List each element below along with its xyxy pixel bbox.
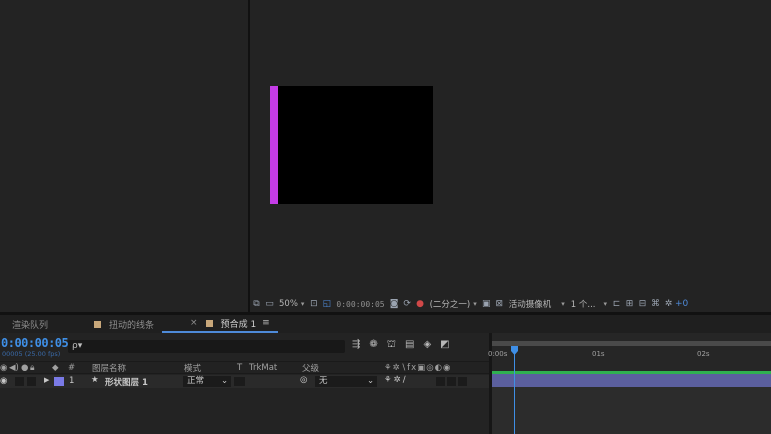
composition-canvas[interactable] bbox=[270, 86, 433, 204]
work-area-bar[interactable] bbox=[492, 341, 771, 346]
ruler-tick-label: 0:00s bbox=[488, 350, 508, 358]
comp-flowchart-icon[interactable]: ⇶ bbox=[352, 339, 360, 352]
draft-3d-icon[interactable]: ❁ bbox=[369, 339, 377, 352]
tab-precomp-1[interactable]: × 预合成 1 ≡ bbox=[162, 315, 278, 333]
comp-swatch bbox=[205, 319, 213, 327]
tab-label: 扭动的线条 bbox=[109, 320, 155, 331]
solo-toggle[interactable] bbox=[27, 377, 36, 386]
tab-label: 渲染队列 bbox=[12, 320, 49, 331]
layer-name[interactable]: 形状图层 1 bbox=[105, 376, 148, 388]
playhead-line[interactable] bbox=[514, 347, 515, 434]
comp-swatch bbox=[94, 320, 102, 328]
purple-shape[interactable] bbox=[270, 86, 278, 204]
camera-icon[interactable]: ◙ bbox=[388, 296, 401, 312]
current-time[interactable]: 0:00:00:05 bbox=[1, 336, 69, 350]
col-number[interactable]: # bbox=[68, 363, 75, 373]
chevron-down-icon: ⌄ bbox=[221, 376, 229, 386]
timeline-panel: 0:00:00:05 00005 (25.00 fps) ρ▾ ⇶ ❁ ⛫ ▤ … bbox=[0, 333, 771, 434]
chevron-down-icon: ▾ bbox=[473, 300, 477, 308]
col-mode[interactable]: 模式 bbox=[184, 362, 201, 374]
viewer-toolbar: ⧉ ▭ 50% ▾ ⊡ ◱ 0:00:00:05 ◙ ⟳ ● (二分之一) ▾ ▣ … bbox=[250, 296, 771, 312]
roi-icon[interactable]: ▣ bbox=[480, 296, 493, 312]
chevron-down-icon: ⌄ bbox=[367, 376, 375, 386]
audio-icon[interactable]: ◀) bbox=[9, 363, 19, 373]
flowchart-icon[interactable]: ⌘ bbox=[649, 296, 662, 312]
col-parent[interactable]: 父级 bbox=[302, 362, 319, 374]
timeline-tools: ⇶ ❁ ⛫ ▤ ◈ ◩ bbox=[352, 339, 450, 352]
parent-select[interactable]: 无 ⌄ bbox=[315, 376, 377, 387]
eye-icon[interactable]: ◉ bbox=[0, 376, 7, 386]
frame-blending-icon[interactable]: ▤ bbox=[405, 339, 414, 352]
exposure-value[interactable]: +0 bbox=[675, 296, 688, 312]
parent-value: 无 bbox=[319, 376, 328, 386]
switch-box[interactable] bbox=[458, 377, 467, 386]
layer-search-input[interactable]: ρ▾ bbox=[68, 340, 345, 353]
empty-track-area bbox=[492, 387, 771, 434]
tab-label: 预合成 1 bbox=[220, 319, 257, 330]
timeline-tabbar: 渲染队列 扭动的线条 × 预合成 1 ≡ bbox=[0, 315, 771, 333]
chevron-down-icon: ▾ bbox=[603, 300, 608, 308]
chevron-down-icon: ▾ bbox=[300, 300, 305, 308]
expand-arrow-icon[interactable]: ▶ bbox=[44, 376, 49, 384]
switches-icons: ⚘✲∖fx▣◎◐◉ bbox=[384, 362, 452, 373]
col-trkmat[interactable]: TrkMat bbox=[249, 363, 277, 373]
solo-icon[interactable]: ● bbox=[21, 363, 28, 373]
transparency-grid-icon[interactable]: ⊠ bbox=[493, 296, 506, 312]
chevron-down-icon: ▾ bbox=[561, 300, 565, 308]
fast-preview-icon[interactable]: ⊞ bbox=[623, 296, 636, 312]
col-layer-name[interactable]: 图层名称 bbox=[92, 362, 126, 374]
zoom-value: 50% bbox=[279, 299, 298, 309]
layer-label-color[interactable] bbox=[54, 377, 64, 386]
views-value: 1 个... bbox=[570, 300, 596, 310]
toggle-pixel-icon[interactable]: ⊏ bbox=[610, 296, 623, 312]
resolution-value: (二分之一) bbox=[429, 300, 471, 310]
shape-star-icon: ★ bbox=[91, 375, 99, 385]
motion-blur-icon[interactable]: ◈ bbox=[423, 339, 431, 352]
hamburger-menu-icon[interactable]: ≡ bbox=[262, 318, 270, 328]
lock-icon[interactable]: 🔒︎ bbox=[30, 363, 35, 373]
ruler-tick-label: 02s bbox=[697, 350, 710, 358]
shy-layers-icon[interactable]: ⛫ bbox=[387, 339, 396, 352]
timeline-icon[interactable]: ⊟ bbox=[636, 296, 649, 312]
viewer-timecode[interactable]: 0:00:00:05 bbox=[333, 300, 387, 309]
audio-toggle[interactable] bbox=[15, 377, 24, 386]
label-tag-icon[interactable]: ◆ bbox=[52, 363, 59, 373]
tab-render-queue[interactable]: 渲染队列 bbox=[0, 315, 56, 333]
mask-icon[interactable]: ◱ bbox=[320, 296, 333, 312]
mode-value: 正常 bbox=[187, 376, 205, 386]
views-select[interactable]: 1 个... ▾ bbox=[568, 298, 610, 310]
tab-wiggle-lines[interactable]: 扭动的线条 bbox=[56, 315, 162, 333]
time-graph[interactable]: 0:00s 01s 02s bbox=[488, 333, 771, 434]
layer-duration-bar[interactable] bbox=[492, 374, 771, 387]
col-t[interactable]: T bbox=[237, 363, 242, 373]
switch-box[interactable] bbox=[436, 377, 445, 386]
fit-icon[interactable]: ⊡ bbox=[307, 296, 320, 312]
camera-select[interactable]: 活动摄像机 ▾ bbox=[506, 298, 568, 310]
switch-box[interactable] bbox=[447, 377, 456, 386]
close-icon[interactable]: × bbox=[190, 318, 198, 328]
resolution-select[interactable]: (二分之一) ▾ bbox=[427, 298, 480, 310]
graph-editor-icon[interactable]: ◩ bbox=[440, 339, 449, 352]
layer-switches[interactable]: ⚘✲∕ bbox=[384, 375, 408, 385]
zoom-select[interactable]: 50% ▾ bbox=[276, 299, 307, 309]
monitor-icon[interactable]: ▭ bbox=[263, 296, 276, 312]
project-panel bbox=[0, 0, 248, 312]
camera-value: 活动摄像机 bbox=[508, 300, 552, 310]
layers-icon[interactable]: ⧉ bbox=[250, 296, 263, 312]
trkmat-select[interactable] bbox=[234, 377, 245, 386]
eye-icon[interactable]: ◉ bbox=[0, 363, 7, 373]
mode-select[interactable]: 正常 ⌄ bbox=[183, 376, 231, 387]
time-ruler[interactable]: 0:00s 01s 02s bbox=[488, 341, 771, 359]
layer-outline: 0:00:00:05 00005 (25.00 fps) ρ▾ ⇶ ❁ ⛫ ▤ … bbox=[0, 333, 489, 434]
pickwhip-icon[interactable]: ◎ bbox=[300, 375, 307, 385]
settings-icon[interactable]: ✲ bbox=[662, 296, 675, 312]
frame-count: 00005 (25.00 fps) bbox=[2, 350, 61, 358]
layer-number: 1 bbox=[69, 376, 75, 386]
ruler-tick-label: 01s bbox=[592, 350, 605, 358]
layer-column-header: ◉ ◀) ● 🔒︎ ◆ # 图层名称 模式 T TrkMat 父级 ⚘✲∖fx▣… bbox=[0, 361, 489, 374]
snapshot-icon[interactable]: ⟳ bbox=[401, 296, 414, 312]
table-row[interactable]: ◉ ▶ 1 ★ 形状图层 1 正常 ⌄ ◎ 无 ⌄ ⚘✲∕ bbox=[0, 375, 489, 388]
color-channels-icon[interactable]: ● bbox=[414, 296, 427, 312]
